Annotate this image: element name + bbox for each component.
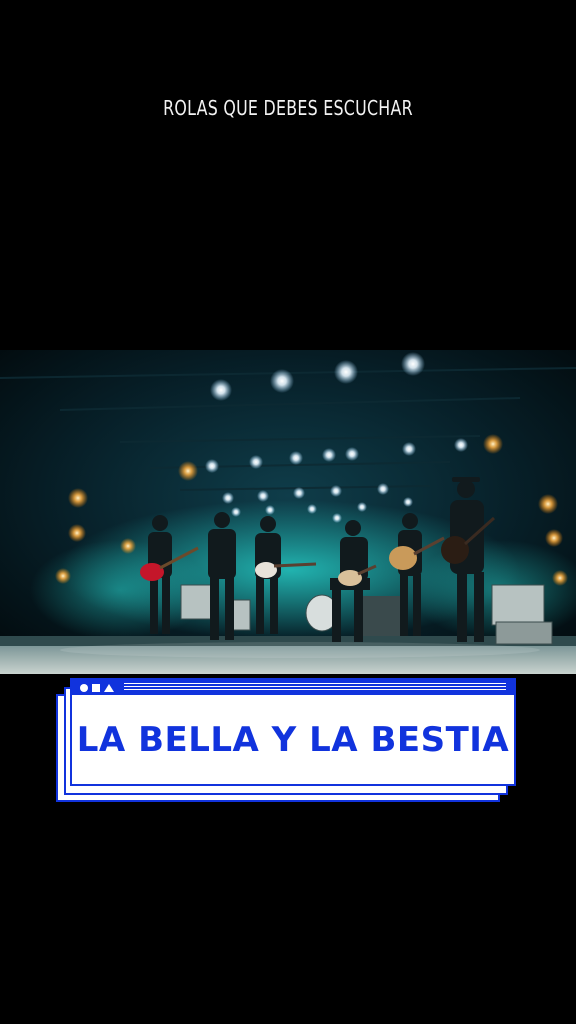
top-caption: ROLAS QUE DEBES ESCUCHAR bbox=[163, 96, 413, 120]
square-icon bbox=[92, 683, 100, 692]
header-stripes bbox=[124, 683, 506, 692]
song-title-card: LA BELLA Y LA BESTIA bbox=[70, 678, 516, 786]
circle-icon bbox=[80, 683, 88, 692]
song-title: LA BELLA Y LA BESTIA bbox=[76, 719, 510, 760]
card-header-bar bbox=[72, 680, 514, 695]
video-frame[interactable] bbox=[0, 350, 576, 674]
concert-stage-image bbox=[0, 350, 576, 674]
triangle-icon bbox=[104, 683, 114, 692]
